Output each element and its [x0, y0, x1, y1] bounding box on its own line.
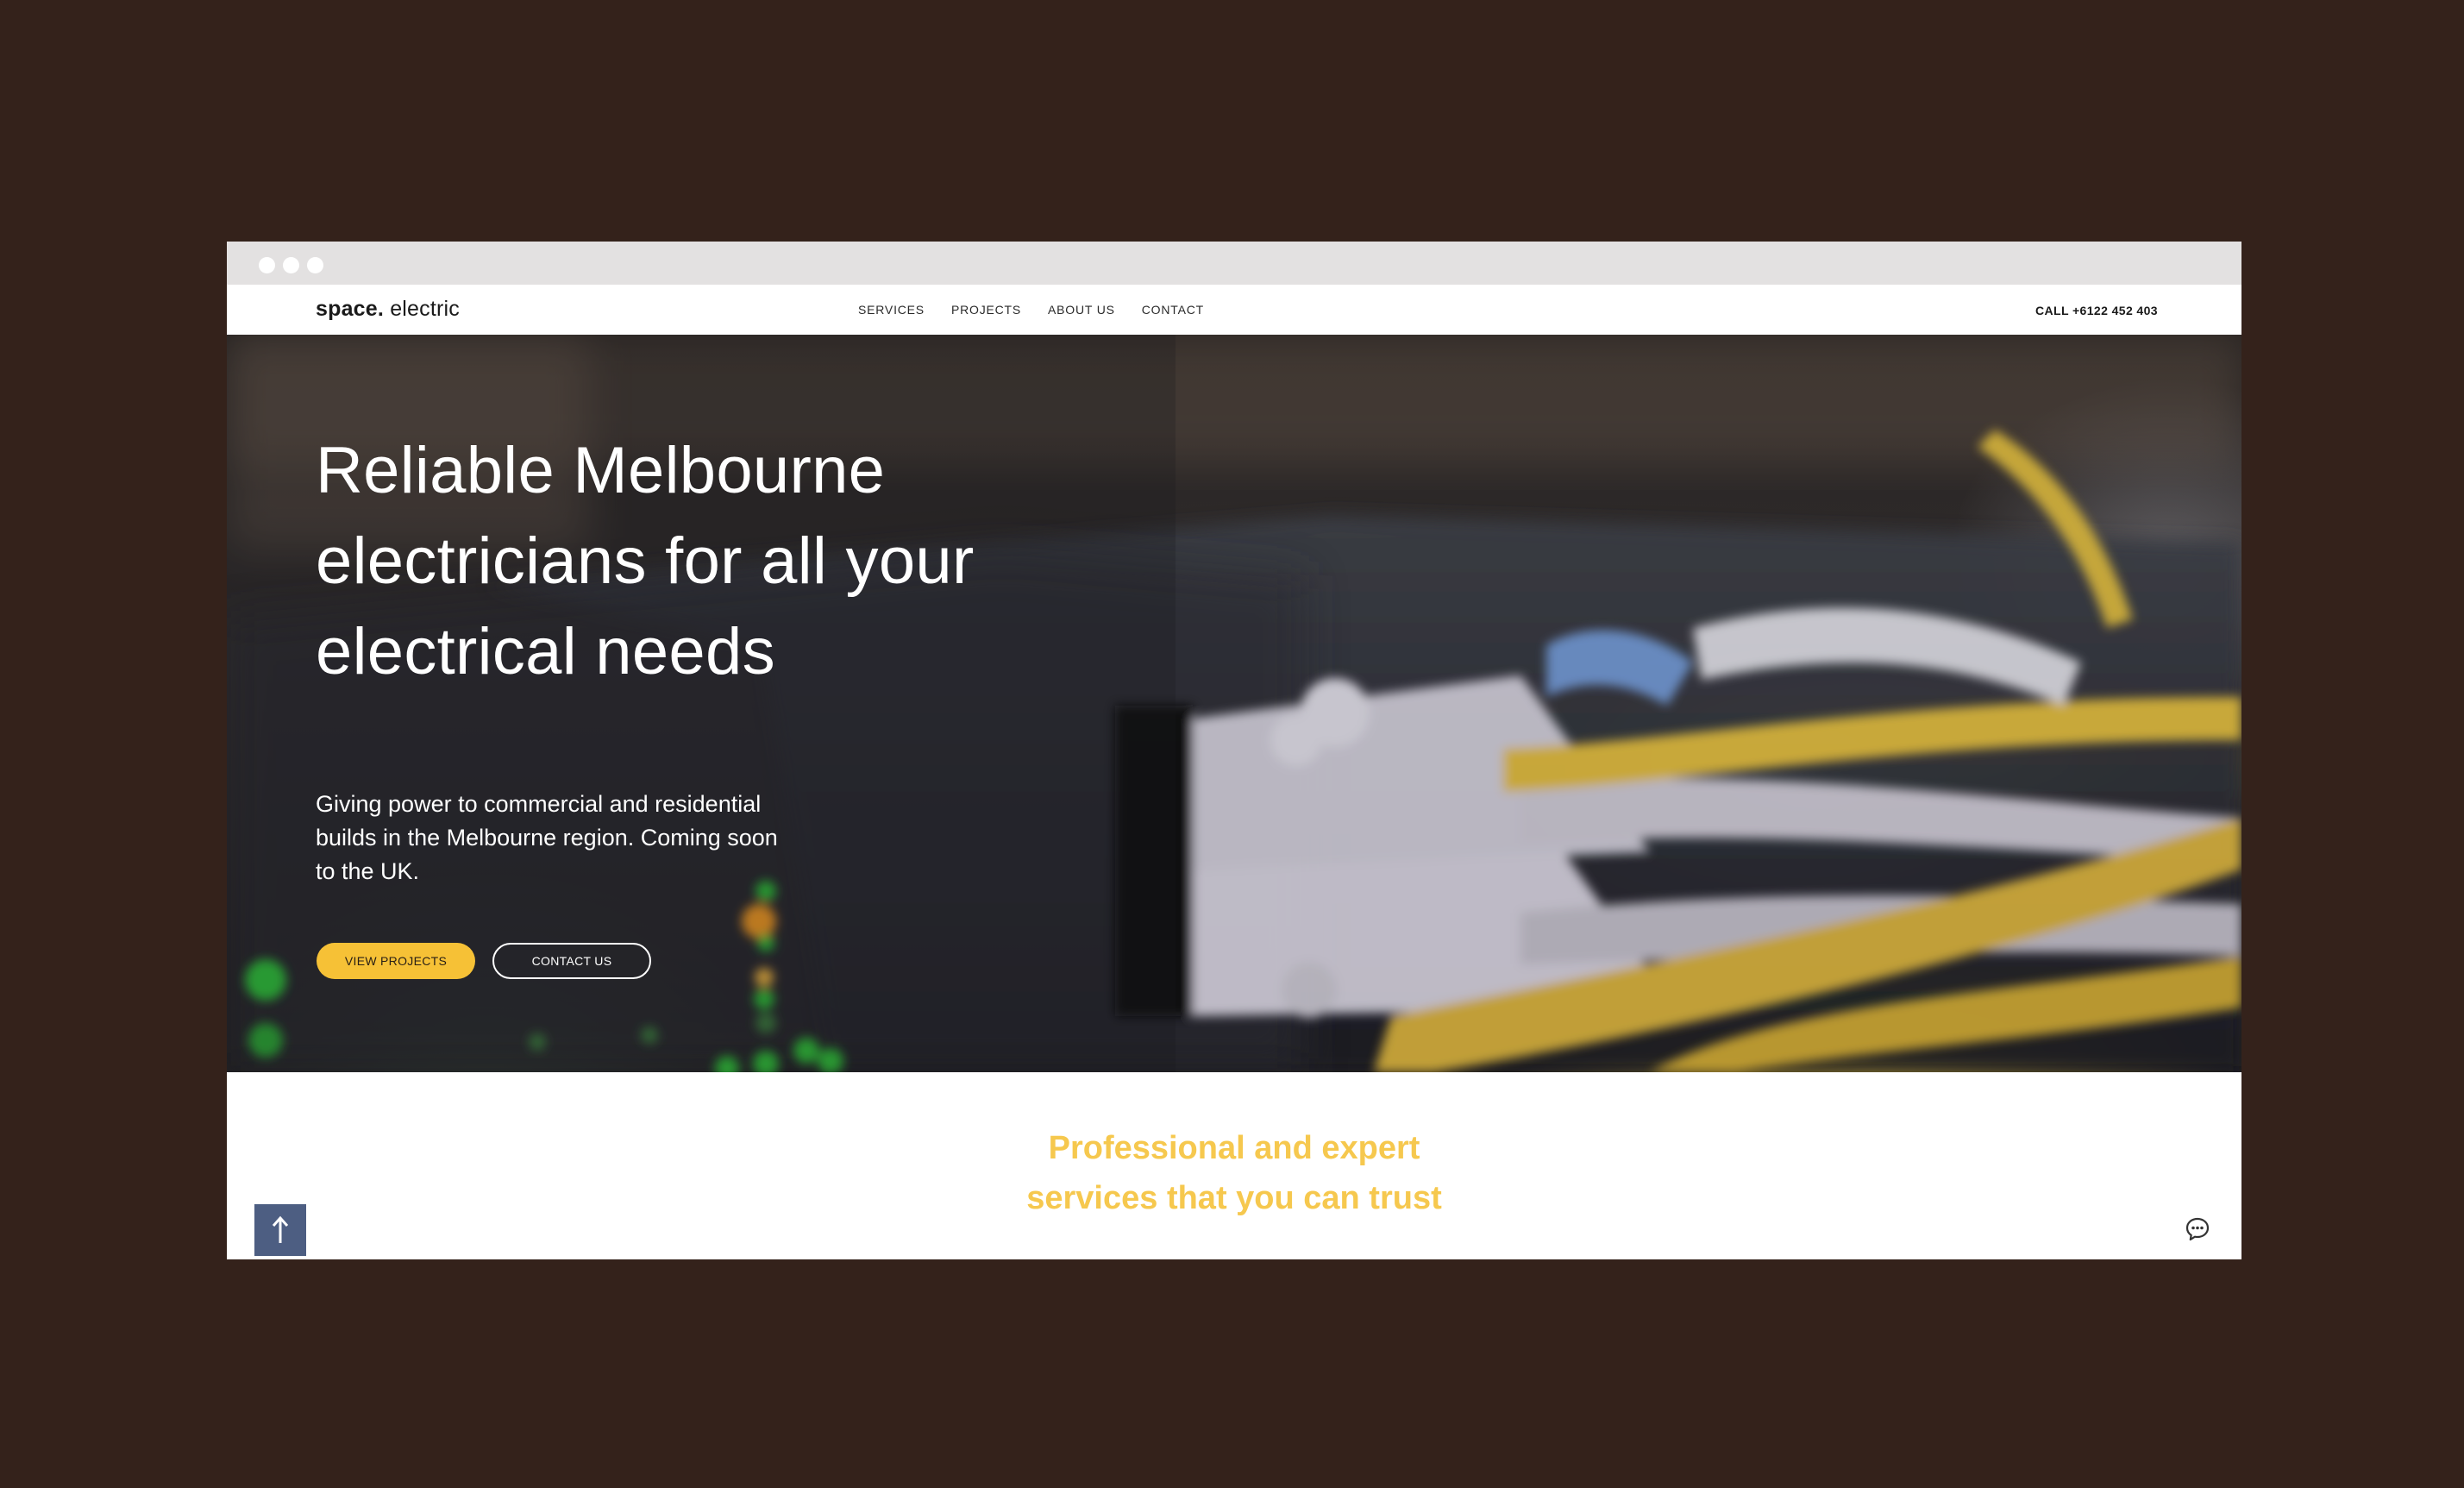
nav-about-us[interactable]: ABOUT US	[1048, 303, 1115, 317]
site-header: space. electric SERVICES PROJECTS ABOUT …	[227, 285, 2241, 335]
hero-title-line: Reliable Melbourne	[316, 434, 886, 507]
section-heading-line: Professional and expert	[1048, 1130, 1420, 1166]
arrow-up-icon	[272, 1215, 289, 1243]
window-dot-maximize[interactable]	[307, 257, 323, 273]
hero-section: Reliable Melbourne electricians for all …	[227, 335, 2241, 1072]
hero-subtitle: Giving power to commercial and residenti…	[316, 788, 799, 888]
logo-light-text: electric	[390, 297, 460, 321]
chat-bubble-icon	[2185, 1217, 2210, 1241]
contact-us-button[interactable]: CONTACT US	[492, 943, 651, 979]
hero-subtitle-line: builds in the Melbourne region. Coming s…	[316, 825, 778, 851]
browser-chrome-bar	[227, 242, 2241, 285]
nav-projects[interactable]: PROJECTS	[951, 303, 1021, 317]
services-section-heading: Professional and expert services that yo…	[227, 1123, 2241, 1223]
section-heading-line: services that you can trust	[1026, 1180, 1442, 1216]
back-to-top-button[interactable]	[254, 1204, 306, 1256]
hero-title: Reliable Melbourne electricians for all …	[316, 425, 1135, 697]
window-dot-close[interactable]	[259, 257, 275, 273]
site-logo[interactable]: space. electric	[316, 297, 460, 322]
nav-contact[interactable]: CONTACT	[1142, 303, 1204, 317]
hero-subtitle-line: Giving power to commercial and residenti…	[316, 791, 762, 817]
view-projects-button[interactable]: VIEW PROJECTS	[317, 943, 475, 979]
window-dot-minimize[interactable]	[283, 257, 299, 273]
hero-title-line: electrical needs	[316, 615, 775, 688]
nav-services[interactable]: SERVICES	[858, 303, 925, 317]
logo-bold-text: space.	[316, 297, 385, 321]
browser-window: space. electric SERVICES PROJECTS ABOUT …	[227, 242, 2241, 1259]
call-phone-link[interactable]: CALL +6122 452 403	[2035, 304, 2158, 317]
hero-subtitle-line: to the UK.	[316, 858, 420, 884]
hero-title-line: electricians for all your	[316, 524, 975, 598]
chat-button[interactable]	[2172, 1204, 2223, 1254]
main-nav: SERVICES PROJECTS ABOUT US CONTACT	[858, 303, 1204, 317]
